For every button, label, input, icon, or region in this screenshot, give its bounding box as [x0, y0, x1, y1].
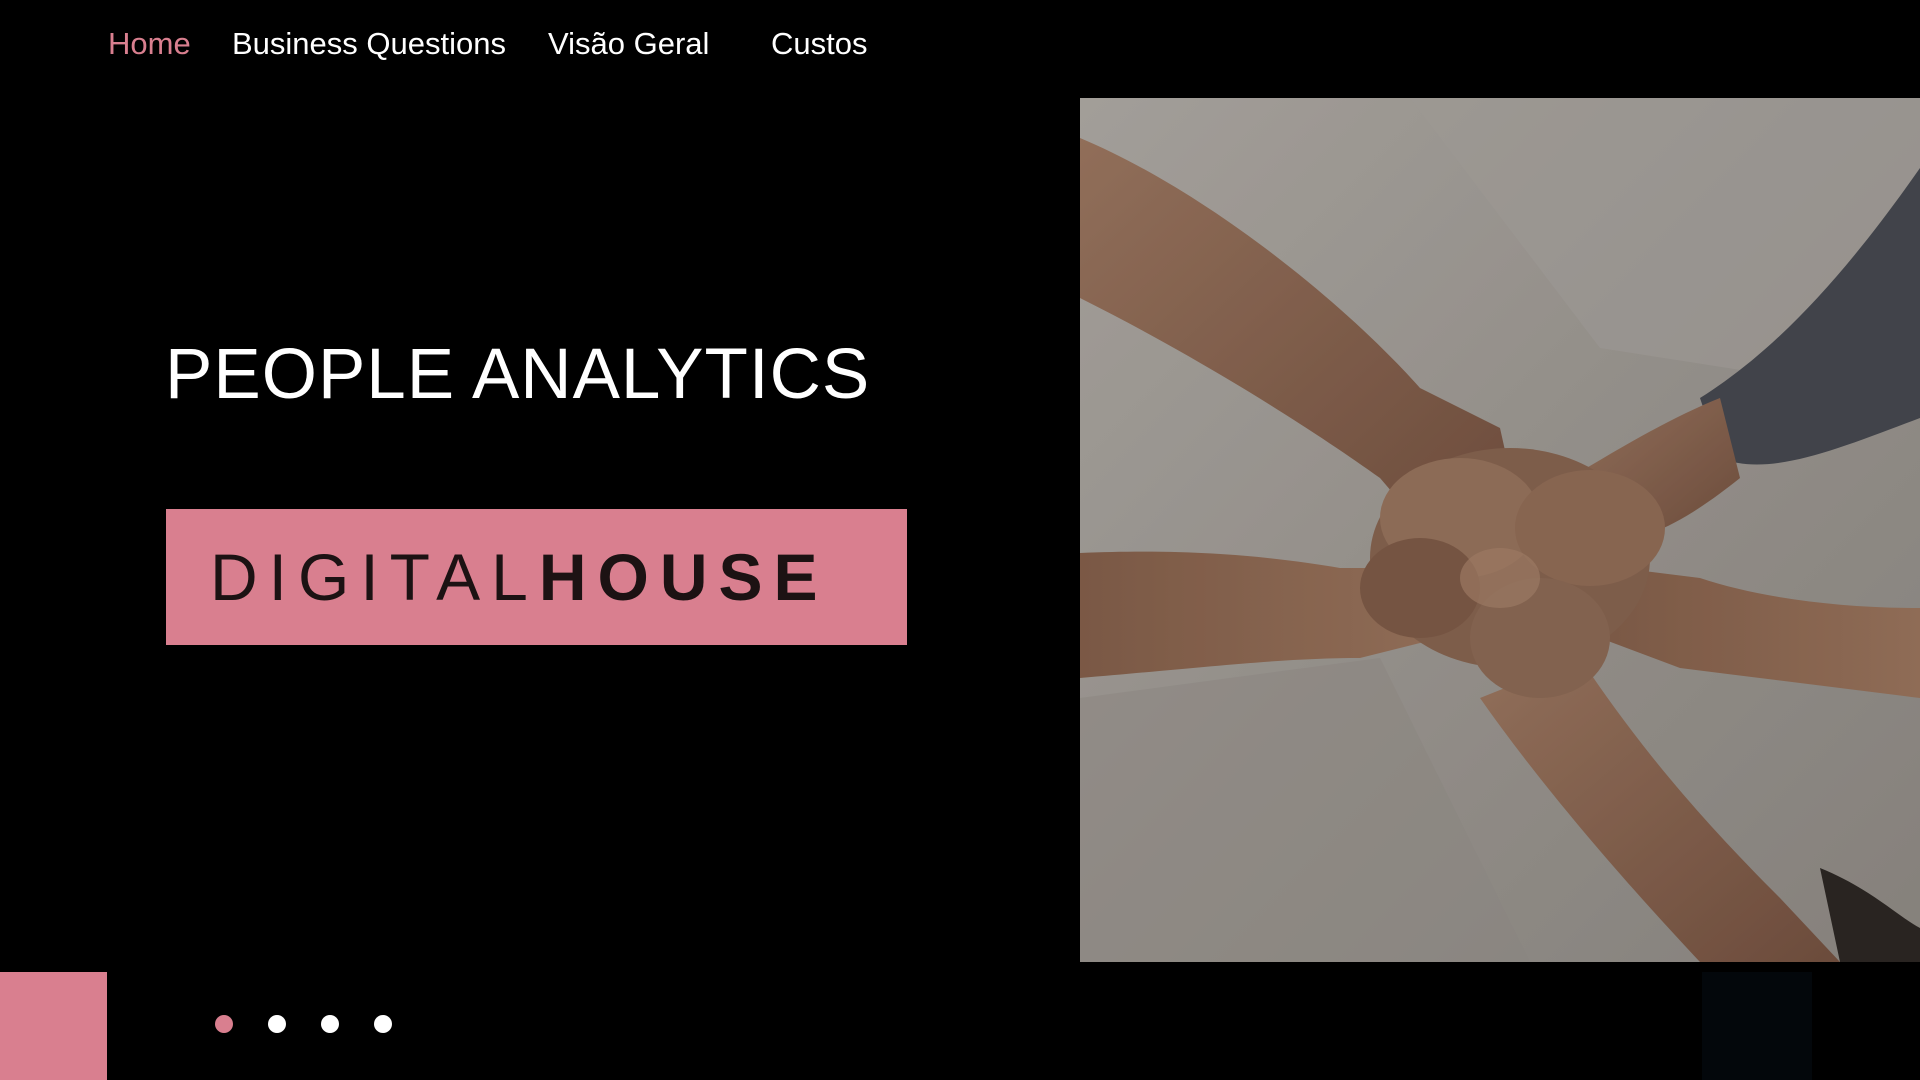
carousel-dot-4[interactable]: [374, 1015, 392, 1033]
nav-item-custos[interactable]: Custos: [771, 20, 867, 68]
logo-bold-part: HOUSE: [538, 540, 829, 614]
logo-wordmark: DIGITALHOUSE: [210, 509, 829, 645]
carousel-dot-1[interactable]: [215, 1015, 233, 1033]
page: Home Business Questions Visão Geral Cust…: [0, 0, 1920, 1080]
carousel-dot-3[interactable]: [321, 1015, 339, 1033]
digital-house-logo: DIGITALHOUSE: [166, 509, 907, 645]
nav-item-business-questions[interactable]: Business Questions: [232, 20, 506, 68]
logo-light-part: DIGITAL: [210, 540, 539, 614]
hands-fist-bump-photo: [1080, 98, 1920, 962]
nav-item-visao-geral[interactable]: Visão Geral: [548, 20, 709, 68]
decorative-pink-block: [0, 972, 107, 1080]
top-nav: Home Business Questions Visão Geral Cust…: [0, 20, 1000, 68]
page-title: PEOPLE ANALYTICS: [165, 335, 871, 414]
carousel-dot-2[interactable]: [268, 1015, 286, 1033]
carousel-dots: [215, 1015, 415, 1035]
decorative-dark-block: [1702, 972, 1812, 1080]
nav-item-home[interactable]: Home: [108, 20, 191, 68]
